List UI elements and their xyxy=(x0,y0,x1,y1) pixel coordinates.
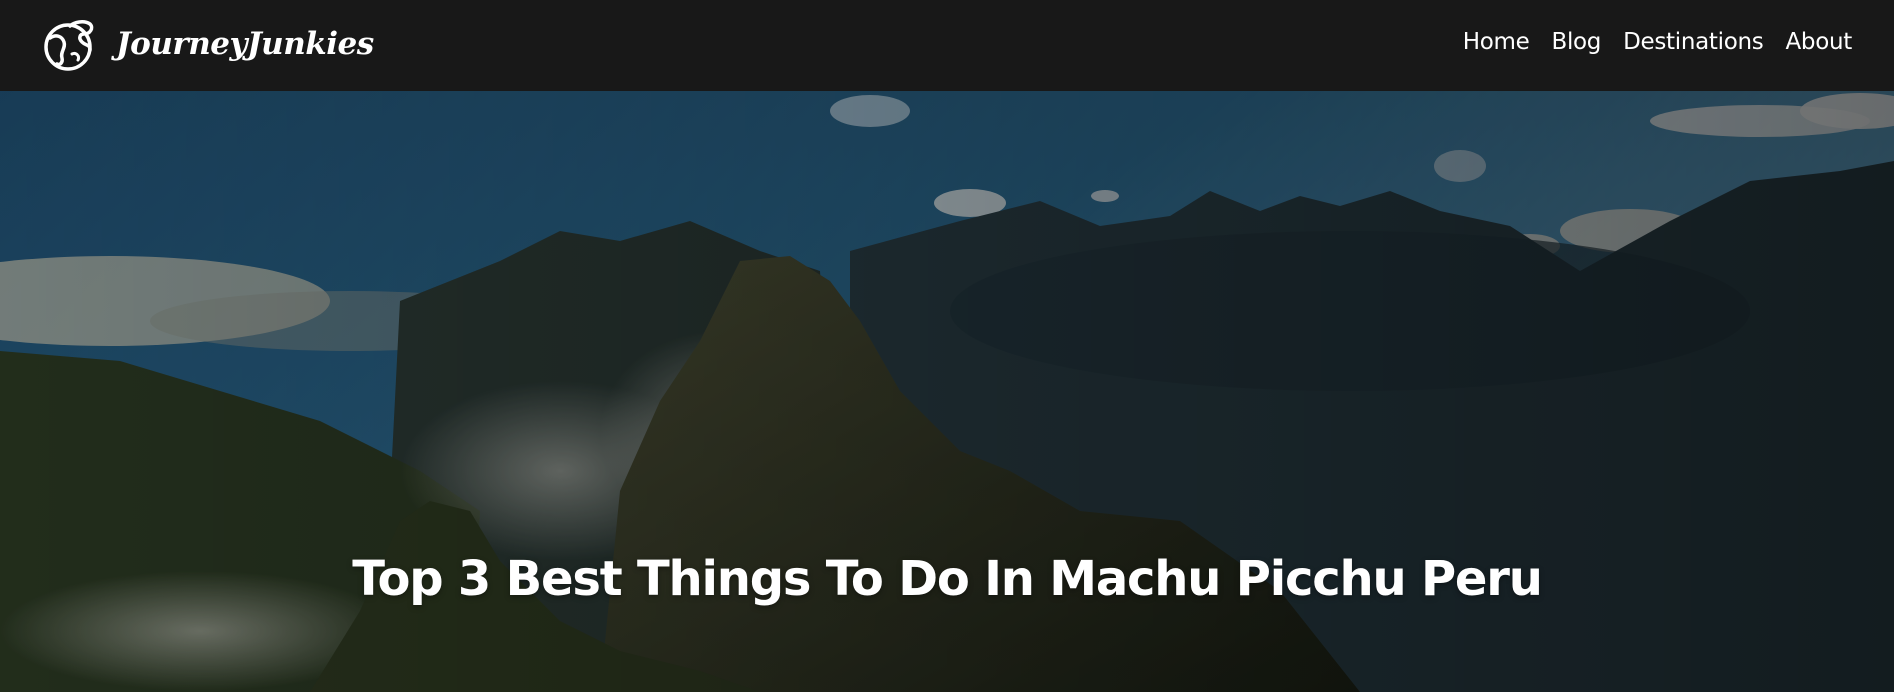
brand-name: JourneyJunkies xyxy=(116,26,374,62)
brand-home-link[interactable]: JourneyJunkies xyxy=(40,14,374,74)
hero-banner: Top 3 Best Things To Do In Machu Picchu … xyxy=(0,91,1894,692)
nav-link-blog[interactable]: Blog xyxy=(1551,27,1601,57)
main-nav: Home Blog Destinations About xyxy=(1463,27,1853,57)
nav-link-home[interactable]: Home xyxy=(1463,27,1530,57)
top-navbar: JourneyJunkies Home Blog Destinations Ab… xyxy=(0,0,1894,91)
globe-icon xyxy=(44,20,94,71)
nav-link-about[interactable]: About xyxy=(1785,27,1852,57)
nav-link-destinations[interactable]: Destinations xyxy=(1623,27,1764,57)
hero-title: Top 3 Best Things To Do In Machu Picchu … xyxy=(352,551,1543,607)
